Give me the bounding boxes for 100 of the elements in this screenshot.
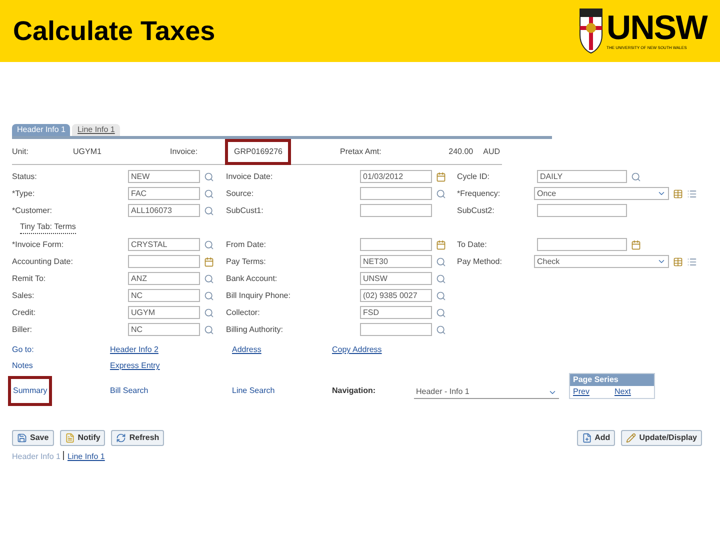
field-label: To Date: <box>457 238 488 250</box>
navigation-dropdown[interactable]: Header - Info 1 <box>414 386 559 399</box>
toolbar-button[interactable]: Notify <box>60 430 106 446</box>
calendar-icon[interactable] <box>436 172 446 182</box>
input-field[interactable] <box>537 238 627 251</box>
input-field[interactable] <box>360 323 432 336</box>
field-label: Credit: <box>12 306 37 318</box>
list-icon[interactable] <box>687 256 697 266</box>
search-icon[interactable] <box>204 324 214 334</box>
save-icon <box>17 433 27 443</box>
field-label: Bill Inquiry Phone: <box>226 290 292 302</box>
input-field[interactable]: NC <box>128 289 200 302</box>
summary-value: 240.00 <box>448 146 474 158</box>
search-icon[interactable] <box>436 188 446 198</box>
dropdown-field[interactable]: Once <box>534 187 669 200</box>
input-field[interactable]: (02) 9385 0027 <box>360 289 432 302</box>
toolbar-button[interactable]: Update/Display <box>621 430 702 446</box>
field-label: *Customer: <box>12 204 54 216</box>
input-field[interactable]: ALL106073 <box>128 204 200 217</box>
search-icon[interactable] <box>631 172 641 182</box>
input-field[interactable] <box>537 204 627 217</box>
search-icon[interactable] <box>204 172 214 182</box>
footer-link[interactable]: Line Info 1 <box>67 451 105 463</box>
page-link[interactable]: Next <box>614 386 631 398</box>
field-label: Pay Terms: <box>226 256 267 268</box>
search-icon[interactable] <box>204 240 214 250</box>
tab[interactable]: Line Info 1 <box>72 124 120 136</box>
input-field[interactable] <box>360 204 432 217</box>
input-field[interactable]: DAILY <box>537 170 627 183</box>
crest-logo-icon <box>578 8 603 54</box>
field-label: Status: <box>12 170 38 182</box>
refresh-icon <box>116 433 126 443</box>
input-field[interactable]: FAC <box>128 187 200 200</box>
calendar-icon[interactable] <box>204 256 214 266</box>
field-label: Accounting Date: <box>12 256 74 268</box>
summary-label: Invoice: <box>170 146 199 158</box>
search-icon[interactable] <box>204 206 214 216</box>
field-label: Collector: <box>226 306 261 318</box>
input-field[interactable]: UGYM <box>128 306 200 319</box>
nav-link[interactable]: Address <box>232 344 262 356</box>
input-field[interactable] <box>360 187 432 200</box>
search-icon[interactable] <box>204 290 214 300</box>
list-icon[interactable] <box>687 188 697 198</box>
input-field[interactable]: CRYSTAL <box>128 238 200 251</box>
field-label: Remit To: <box>12 272 47 284</box>
nav-link[interactable]: Copy Address <box>332 344 382 356</box>
calendar-icon[interactable] <box>631 240 641 250</box>
field-label: Biller: <box>12 324 34 336</box>
note-icon <box>64 433 75 443</box>
search-icon[interactable] <box>204 188 214 198</box>
nav-label: Go to: <box>12 344 34 356</box>
toolbar-button[interactable]: Refresh <box>111 430 164 446</box>
field-label: SubCust2: <box>457 204 496 216</box>
logo-wordmark: UNSW <box>606 11 707 45</box>
toolbar-button[interactable]: Add <box>576 430 616 446</box>
input-field[interactable] <box>128 255 200 268</box>
search-icon[interactable] <box>204 308 214 318</box>
search-icon[interactable] <box>436 274 446 284</box>
input-field[interactable]: ANZ <box>128 272 200 285</box>
currency-label: AUD <box>483 146 500 158</box>
nav-label: Notes <box>12 360 33 372</box>
pencil-icon <box>626 433 636 443</box>
search-icon[interactable] <box>436 324 446 334</box>
page-link[interactable]: Prev <box>573 386 590 398</box>
input-field[interactable]: NEW <box>128 170 200 183</box>
field-label: Bank Account: <box>226 272 278 284</box>
field-label: Sales: <box>12 290 36 302</box>
field-label: Cycle ID: <box>457 170 490 182</box>
grid-icon[interactable] <box>673 256 683 266</box>
field-label: Billing Authority: <box>226 324 284 336</box>
nav-link[interactable]: Express Entry <box>110 360 160 372</box>
field-label: *Type: <box>12 188 36 200</box>
search-icon[interactable] <box>204 274 214 284</box>
field-label: Source: <box>226 188 255 200</box>
input-field[interactable]: NET30 <box>360 255 432 268</box>
calendar-icon[interactable] <box>436 240 446 250</box>
dropdown-field[interactable]: Check <box>534 255 669 268</box>
field-label: Pay Method: <box>457 256 503 268</box>
field-label: Invoice Date: <box>226 170 274 182</box>
input-field[interactable]: NC <box>128 323 200 336</box>
input-field[interactable]: UNSW <box>360 272 432 285</box>
toolbar-button[interactable]: Save <box>12 430 54 446</box>
summary-label: Pretax Amt: <box>340 146 382 158</box>
terms-link[interactable]: Tiny Tab: Terms <box>20 221 76 234</box>
input-field[interactable]: FSD <box>360 306 432 319</box>
search-icon[interactable] <box>436 256 446 266</box>
input-field[interactable]: 01/03/2012 <box>360 170 432 183</box>
add-icon <box>582 433 592 443</box>
nav-link[interactable]: Header Info 2 <box>110 344 158 356</box>
field-label: *Frequency: <box>457 188 502 200</box>
summary-value: GRP0169276 <box>225 138 292 164</box>
field-label: SubCust1: <box>226 204 264 216</box>
nav-label: Bill Search <box>110 385 148 397</box>
search-icon[interactable] <box>436 290 446 300</box>
search-icon[interactable] <box>436 308 446 318</box>
input-field[interactable] <box>360 238 432 251</box>
field-label: From Date: <box>226 238 268 250</box>
field-label: *Invoice Form: <box>12 238 65 250</box>
nav-label: Line Search <box>232 385 275 397</box>
grid-icon[interactable] <box>673 188 683 198</box>
